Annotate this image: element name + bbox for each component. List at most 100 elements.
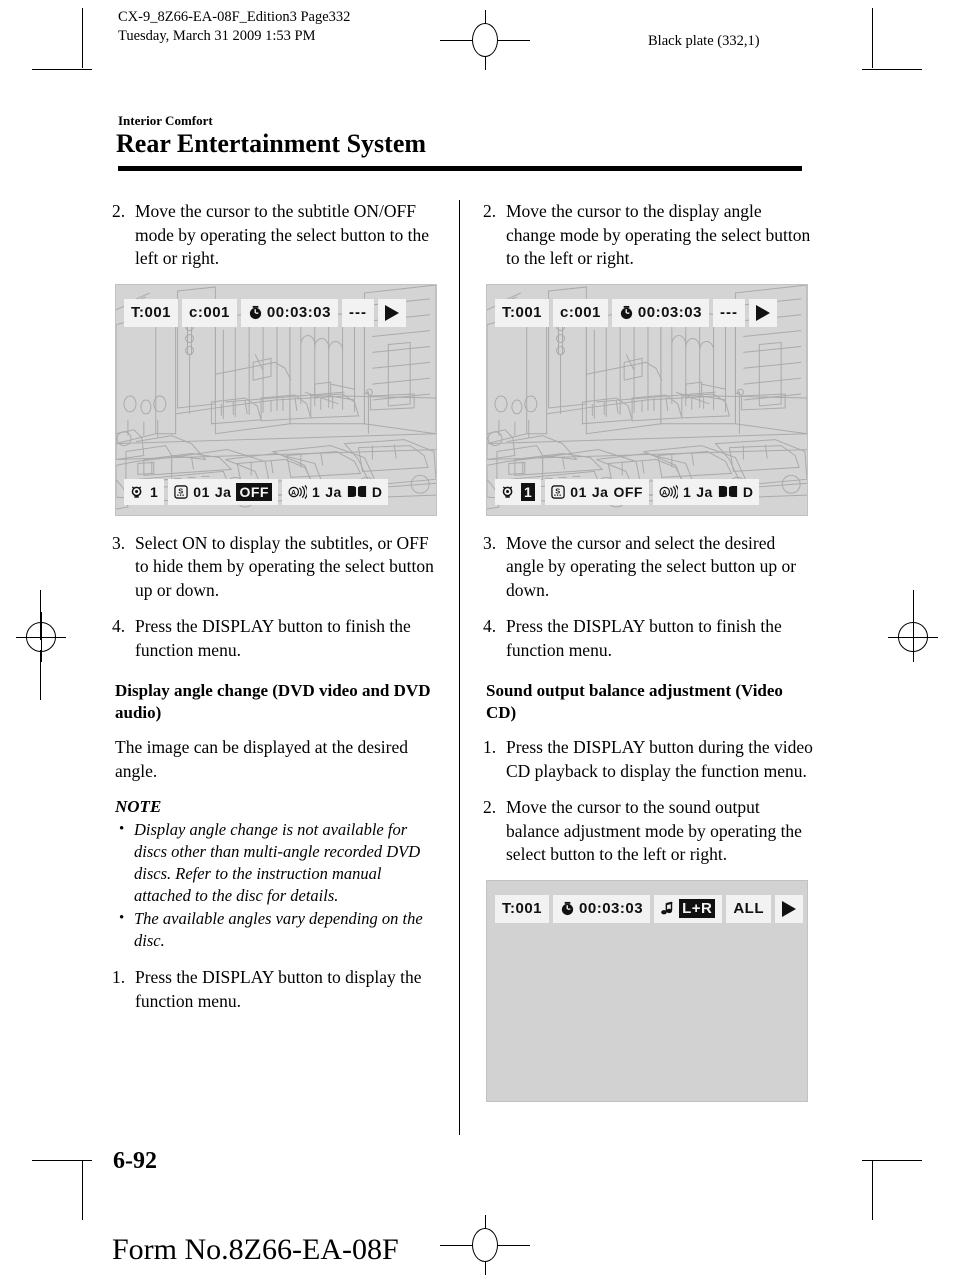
music-note-icon bbox=[661, 901, 673, 915]
subtitle-icon: S bbox=[174, 484, 189, 499]
step-text: Move the cursor to the display angle cha… bbox=[506, 201, 811, 268]
black-plate-label: Black plate (332,1) bbox=[648, 33, 760, 49]
registration-mark-right bbox=[888, 612, 938, 662]
right-step-2: 2. Move the cursor to the display angle … bbox=[483, 200, 813, 271]
step-text: Move the cursor and select the desired a… bbox=[506, 532, 797, 600]
slug-line-2: Tuesday, March 31 2009 1:53 PM bbox=[118, 28, 316, 44]
svg-text:S: S bbox=[556, 486, 561, 495]
osd-repeat-label: --- bbox=[341, 298, 374, 327]
play-icon bbox=[384, 304, 399, 321]
osd-subtitle-state: OFF bbox=[613, 483, 643, 500]
osd-subtitle-state: OFF bbox=[236, 482, 272, 501]
right-step-2b: 2. Move the cursor to the sound output b… bbox=[483, 796, 813, 867]
step-text: Move the cursor to the subtitle ON/OFF m… bbox=[135, 201, 430, 268]
note-heading: NOTE bbox=[115, 797, 162, 816]
slug-line-1: CX-9_8Z66-EA-08F_Edition3 Page332 bbox=[118, 9, 351, 25]
vcd-screen-balance: T:001 00:03:03 L+R ALL bbox=[486, 879, 808, 1102]
svg-text:A: A bbox=[662, 489, 668, 496]
play-icon bbox=[782, 900, 797, 917]
audio-icon: A bbox=[659, 484, 678, 499]
clock-icon bbox=[561, 901, 574, 916]
osd-audio-cell: A 1 Ja D bbox=[652, 478, 760, 505]
step-number: 1. bbox=[483, 737, 497, 757]
subtitle-icon: S bbox=[551, 484, 566, 499]
osd-repeat-label: --- bbox=[712, 298, 745, 327]
osd-top-bar-1: T:001 c:001 00:03:03 --- bbox=[116, 298, 436, 327]
right-step-3: 3. Move the cursor and select the desire… bbox=[483, 532, 813, 603]
osd-play-cell bbox=[775, 894, 804, 923]
osd-audio-lang: Ja bbox=[325, 483, 342, 500]
osd-top-bar-3: T:001 00:03:03 L+R ALL bbox=[487, 894, 807, 923]
camera-angle-icon bbox=[131, 485, 142, 498]
osd-time-cell: 00:03:03 bbox=[611, 298, 709, 327]
step-text: Press the DISPLAY button to finish the f… bbox=[135, 616, 411, 660]
dvd-screen-angle: T:001 c:001 00:03:03 --- 1 S 01 Ja OFF A… bbox=[486, 283, 808, 516]
osd-subtitle-cell: S 01 Ja OFF bbox=[168, 478, 278, 505]
left-subheading: Display angle change (DVD video and DVD … bbox=[115, 681, 431, 722]
column-divider bbox=[459, 200, 460, 1135]
svg-text:A: A bbox=[291, 489, 297, 496]
dolby-digital-icon bbox=[718, 486, 737, 497]
osd-subtitle-lang: Ja bbox=[591, 483, 609, 500]
note-list: Display angle change is not available fo… bbox=[112, 818, 442, 952]
crop-mark-bottom-right-v bbox=[872, 1160, 873, 1220]
note-item: Display angle change is not available fo… bbox=[112, 818, 442, 907]
osd-time-cell: 00:03:03 bbox=[240, 298, 338, 327]
osd-time-cell: 00:03:03 bbox=[553, 894, 651, 923]
step-number: 2. bbox=[483, 201, 497, 221]
osd-bottom-bar-2: 1 S 01 Ja OFF A 1 Ja D bbox=[487, 478, 807, 505]
osd-play-cell bbox=[377, 298, 406, 327]
registration-mark-left bbox=[16, 612, 66, 662]
step-number: 4. bbox=[112, 616, 126, 636]
osd-audio-format: D bbox=[742, 483, 754, 500]
step-text: Press the DISPLAY button to display the … bbox=[135, 967, 422, 1011]
osd-chapter-label: c:001 bbox=[182, 298, 237, 327]
osd-time-text: 00:03:03 bbox=[579, 900, 644, 917]
osd-angle-value: 1 bbox=[150, 483, 159, 500]
crop-mark-top-left-v bbox=[82, 8, 83, 68]
crop-mark-top-right-v bbox=[872, 8, 873, 68]
crop-mark-top-left-h bbox=[32, 69, 92, 70]
registration-mark-top bbox=[440, 10, 530, 70]
osd-angle-cell: 1 bbox=[124, 478, 165, 505]
form-number: Form No.8Z66-EA-08F bbox=[112, 1233, 399, 1266]
step-number: 3. bbox=[112, 532, 126, 553]
crop-mark-top-right-h bbox=[862, 69, 922, 70]
osd-subtitle-lang: Ja bbox=[214, 483, 232, 500]
step-number: 4. bbox=[483, 616, 497, 636]
clock-icon bbox=[249, 305, 262, 320]
svg-text:S: S bbox=[179, 486, 184, 495]
right-step-1: 1. Press the DISPLAY button during the v… bbox=[483, 736, 813, 783]
osd-top-bar-2: T:001 c:001 00:03:03 --- bbox=[487, 298, 807, 327]
osd-chapter-label: c:001 bbox=[553, 298, 608, 327]
page-slug: CX-9_8Z66-EA-08F_Edition3 Page332 Tuesda… bbox=[118, 8, 350, 46]
note-item: The available angles vary depending on t… bbox=[112, 907, 442, 952]
camera-angle-icon bbox=[502, 485, 513, 498]
right-step-4: 4. Press the DISPLAY button to finish th… bbox=[483, 615, 813, 662]
dolby-digital-icon bbox=[347, 486, 366, 497]
osd-subtitle-cell: S 01 Ja OFF bbox=[545, 478, 649, 505]
osd-audio-lang: Ja bbox=[696, 483, 713, 500]
left-step-1b: 1. Press the DISPLAY button to display t… bbox=[112, 966, 442, 1013]
step-text: Press the DISPLAY button during the vide… bbox=[506, 737, 813, 781]
osd-angle-cell: 1 bbox=[495, 478, 542, 505]
osd-audio-cell: A 1 Ja D bbox=[281, 478, 389, 505]
crop-mark-bottom-right-h bbox=[862, 1160, 922, 1161]
clock-icon bbox=[620, 305, 633, 320]
play-icon bbox=[755, 304, 770, 321]
osd-track-label: T:001 bbox=[495, 894, 550, 923]
audio-icon: A bbox=[288, 484, 307, 499]
title-rule bbox=[118, 166, 802, 171]
page-folio: 6-92 bbox=[113, 1148, 157, 1174]
osd-balance-cell: L+R bbox=[654, 894, 723, 923]
osd-balance-value: L+R bbox=[679, 899, 716, 918]
osd-angle-value: 1 bbox=[521, 482, 536, 501]
osd-audio-format: D bbox=[371, 483, 383, 500]
osd-time-text: 00:03:03 bbox=[637, 304, 702, 321]
osd-audio-num: 1 bbox=[311, 483, 321, 500]
crop-mark-bottom-left-h bbox=[32, 1160, 92, 1161]
left-column: 2. Move the cursor to the subtitle ON/OF… bbox=[112, 200, 442, 1026]
step-number: 3. bbox=[483, 532, 497, 553]
osd-bottom-bar-1: 1 S 01 Ja OFF A 1 Ja D bbox=[116, 478, 436, 505]
left-step-4: 4. Press the DISPLAY button to finish th… bbox=[112, 615, 442, 662]
